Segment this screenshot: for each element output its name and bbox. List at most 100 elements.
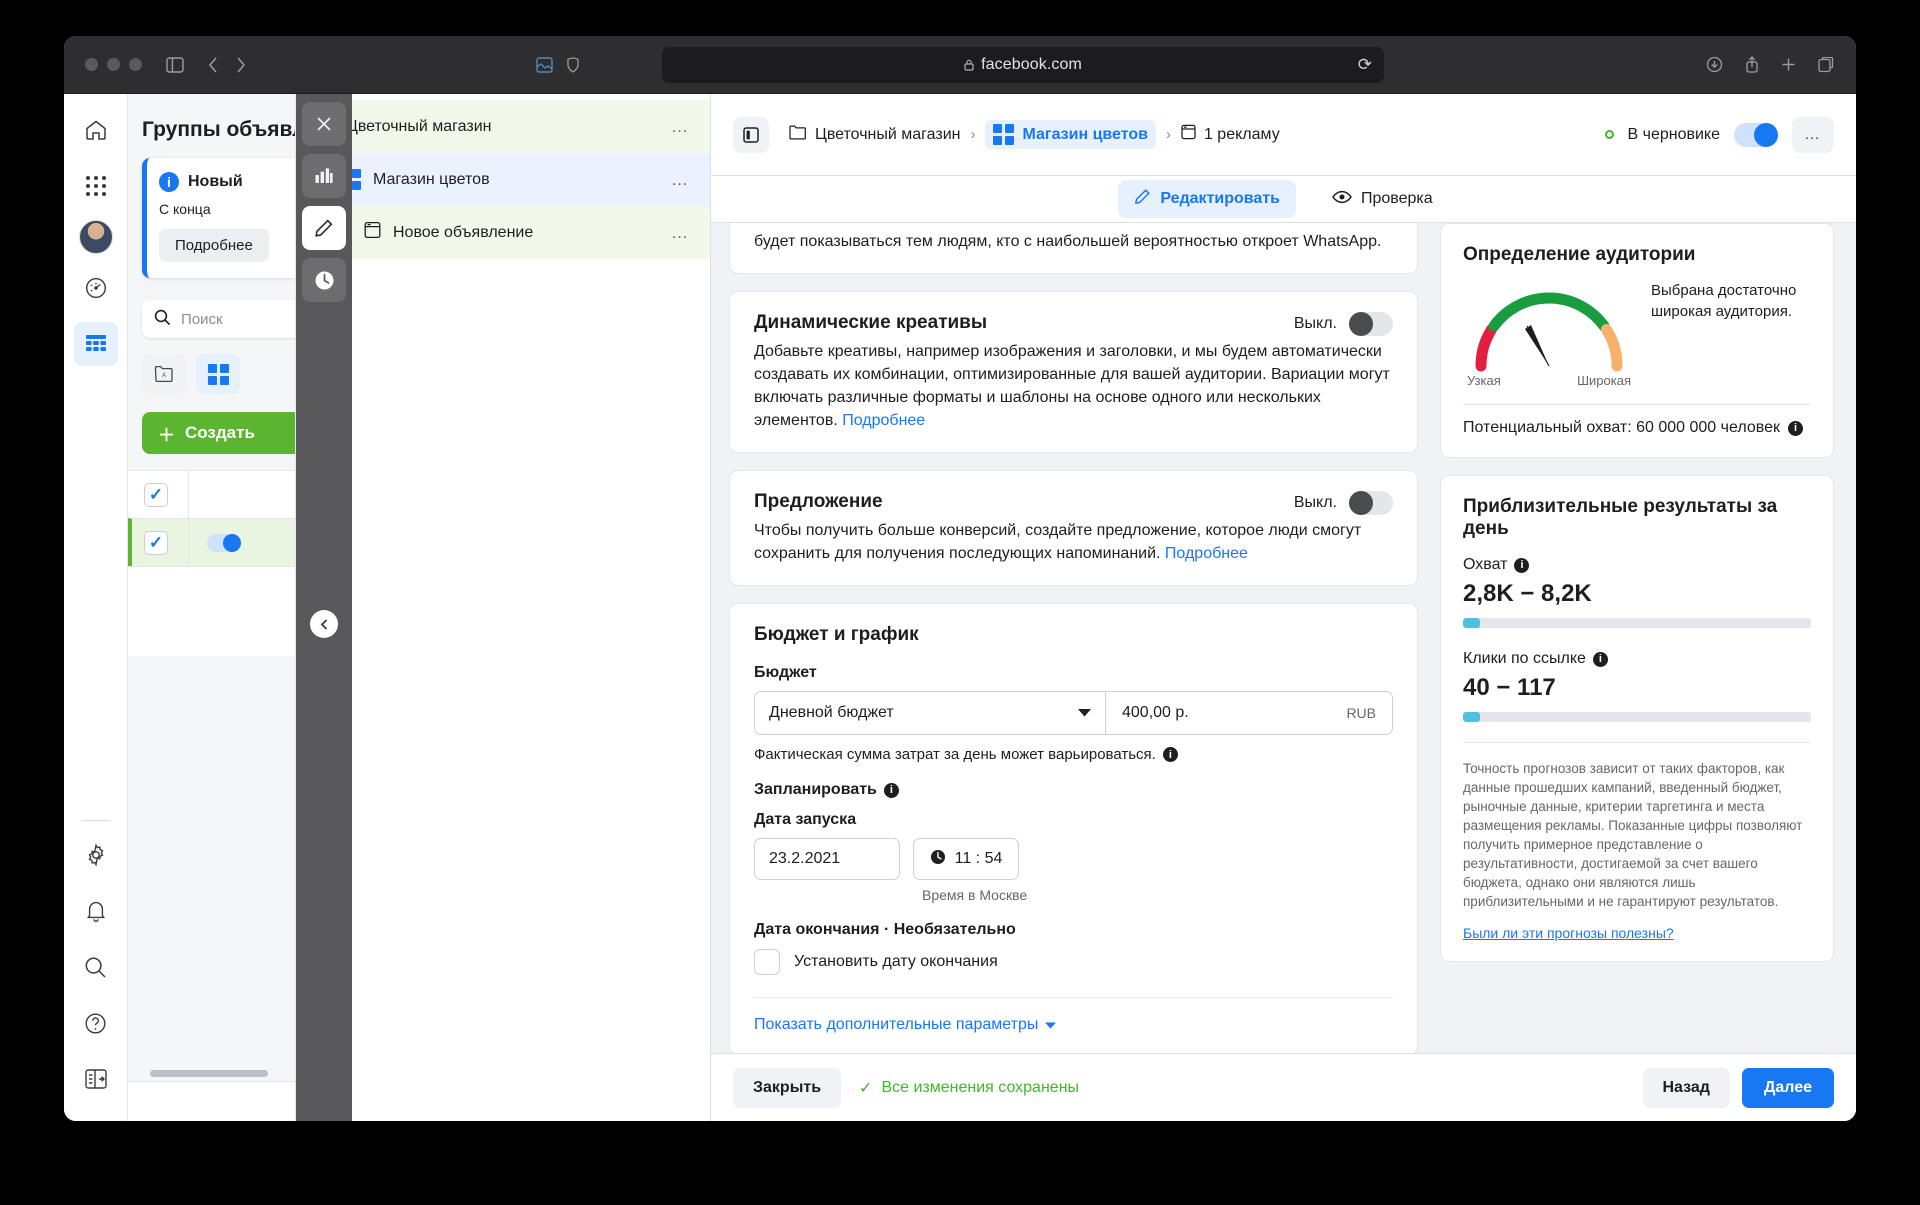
notice-card: i Новый С конца Подробнее: [142, 158, 296, 278]
row-checkbox[interactable]: ✓: [144, 531, 168, 555]
breadcrumb-item-adset[interactable]: Магазин цветов: [985, 120, 1155, 149]
share-icon[interactable]: [1745, 56, 1759, 73]
global-nav-rail: [64, 94, 128, 1121]
home-icon[interactable]: [74, 108, 118, 152]
address-bar[interactable]: facebook.com ⟳: [662, 47, 1384, 83]
end-date-checkbox-row[interactable]: Установить дату окончания: [754, 949, 1393, 975]
sidebar-toggle-icon[interactable]: [166, 57, 184, 73]
ad-card-icon: [364, 221, 381, 244]
tree-item-menu[interactable]: …: [671, 117, 690, 137]
info-icon[interactable]: i: [1163, 747, 1178, 762]
start-date-label-text: Дата запуска: [754, 811, 856, 829]
close-window-button[interactable]: [85, 58, 98, 71]
gear-icon[interactable]: [74, 833, 118, 877]
new-tab-icon[interactable]: [1781, 57, 1796, 72]
card-title: Бюджет и график: [754, 624, 1393, 646]
tab-overview-icon[interactable]: [1818, 57, 1834, 73]
card-title: Приблизительные результаты за день: [1463, 496, 1811, 540]
side-panel-icon[interactable]: [733, 117, 769, 153]
row-checkbox[interactable]: ✓: [144, 483, 168, 507]
budget-type-select[interactable]: Дневной бюджет: [754, 691, 1106, 735]
gauge-min-label: Узкая: [1467, 373, 1501, 388]
tab-edit[interactable]: Редактировать: [1118, 180, 1296, 218]
row-status-toggle[interactable]: [207, 534, 241, 552]
metric-label-text: Клики по ссылке: [1463, 650, 1586, 668]
create-button[interactable]: ＋ Создать: [142, 412, 296, 454]
list-item[interactable]: ✓: [128, 518, 295, 566]
start-date-label: Дата запуска: [754, 811, 1393, 829]
zoom-window-button[interactable]: [129, 58, 142, 71]
notice-button[interactable]: Подробнее: [159, 229, 269, 262]
gauge-icon[interactable]: [74, 266, 118, 310]
breadcrumb-label: Цветочный магазин: [815, 126, 960, 144]
budget-amount-input[interactable]: 400,00 р. RUB: [1106, 691, 1393, 735]
pencil-icon[interactable]: [302, 206, 346, 250]
metric-bar-reach: [1463, 618, 1811, 628]
metric-value-reach: 2,8K − 8,2K: [1463, 580, 1811, 608]
grid-apps-icon[interactable]: [74, 164, 118, 208]
back-button[interactable]: [208, 57, 218, 73]
downloads-icon[interactable]: [1706, 56, 1723, 73]
sidebar-item-ads-manager[interactable]: [74, 322, 118, 366]
bell-icon[interactable]: [74, 889, 118, 933]
extension-icon[interactable]: [536, 57, 553, 73]
estimates-feedback-link[interactable]: Были ли эти прогнозы полезны?: [1463, 925, 1811, 941]
tree-item-menu[interactable]: …: [671, 223, 690, 243]
minimize-window-button[interactable]: [107, 58, 120, 71]
start-date-input[interactable]: 23.2.2021: [754, 838, 900, 880]
filter-chips: A: [142, 354, 295, 394]
budget-hint: Фактическая сумма затрат за день может в…: [754, 746, 1393, 763]
close-button[interactable]: Закрыть: [733, 1068, 841, 1108]
info-icon[interactable]: i: [1788, 421, 1803, 436]
learn-more-link[interactable]: Подробнее: [842, 412, 925, 429]
breadcrumb-item-campaign[interactable]: Цветочный магазин: [789, 125, 960, 145]
forward-button[interactable]: [236, 57, 246, 73]
tab-label: Проверка: [1361, 190, 1433, 208]
search-icon[interactable]: [74, 945, 118, 989]
window-traffic-lights[interactable]: [85, 58, 142, 71]
budget-schedule-card: Бюджет и график Бюджет Дневной бюджет: [729, 603, 1418, 1053]
placement-card-clipped: будет показываться тем людям, кто с наиб…: [729, 223, 1418, 274]
divider: [754, 997, 1393, 998]
tree-item-adset[interactable]: Магазин цветов …: [296, 153, 710, 206]
status-controls: В черновике …: [1605, 117, 1835, 153]
estimates-rail: Определение аудитории: [1440, 223, 1856, 1053]
budget-amount-value: 400,00 р.: [1122, 704, 1189, 722]
chart-bars-icon[interactable]: [302, 154, 346, 198]
campaign-folder-icon[interactable]: A: [142, 354, 186, 394]
budget-label-text: Бюджет: [754, 664, 817, 682]
tree-item-menu[interactable]: …: [671, 170, 690, 190]
tree-item-campaign[interactable]: Цветочный магазин …: [296, 100, 710, 153]
tab-review[interactable]: Проверка: [1316, 182, 1449, 217]
search-input[interactable]: Поиск: [142, 300, 296, 338]
end-date-checkbox[interactable]: [754, 949, 780, 975]
adset-squares-icon[interactable]: [196, 354, 240, 394]
avatar[interactable]: [79, 220, 113, 254]
clock-icon[interactable]: [302, 258, 346, 302]
next-button[interactable]: Далее: [1742, 1068, 1834, 1108]
privacy-shield-icon[interactable]: [567, 57, 579, 73]
info-icon[interactable]: i: [884, 783, 899, 798]
tree-item-ad[interactable]: Новое объявление …: [296, 206, 710, 259]
more-options-button[interactable]: …: [1792, 117, 1834, 153]
show-advanced-options-link[interactable]: Показать дополнительные параметры: [754, 1016, 1393, 1034]
status-toggle[interactable]: [1734, 123, 1778, 147]
info-icon[interactable]: i: [1514, 558, 1529, 573]
collapse-panel-button[interactable]: [310, 610, 338, 638]
reload-icon[interactable]: ⟳: [1358, 55, 1372, 75]
list-item[interactable]: ✓: [128, 470, 295, 518]
learn-more-link[interactable]: Подробнее: [1165, 545, 1248, 562]
metric-label-reach: Охват i: [1463, 556, 1811, 574]
help-icon[interactable]: [74, 1001, 118, 1045]
horizontal-scrollbar[interactable]: [150, 1070, 268, 1077]
panel-toggle-icon[interactable]: [74, 1057, 118, 1101]
start-datetime-row: 23.2.2021 11 : 54: [754, 838, 1393, 880]
breadcrumb-item-ad[interactable]: 1 рекламу: [1181, 124, 1280, 145]
dynamic-creatives-toggle[interactable]: [1349, 312, 1393, 336]
info-icon[interactable]: i: [1593, 652, 1608, 667]
back-button[interactable]: Назад: [1643, 1068, 1730, 1108]
start-time-input[interactable]: 11 : 54: [913, 838, 1019, 880]
save-status-text: Все изменения сохранены: [881, 1079, 1079, 1097]
close-icon[interactable]: [302, 102, 346, 146]
offer-toggle[interactable]: [1349, 491, 1393, 515]
